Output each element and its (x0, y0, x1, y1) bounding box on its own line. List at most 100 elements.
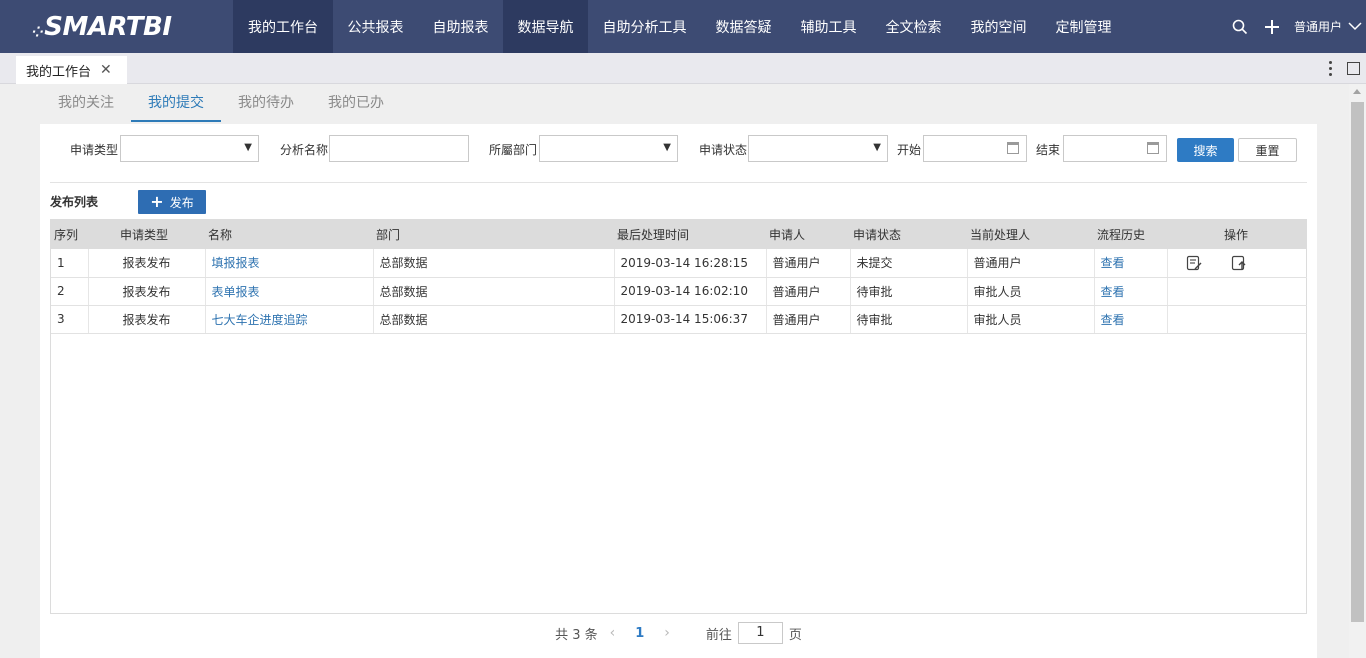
row-dept: 总部数据 (373, 249, 615, 278)
search-button[interactable]: 搜索 (1177, 138, 1234, 162)
current-page[interactable]: 1 (635, 626, 644, 641)
table-row: 3 报表发布 七大车企进度追踪 总部数据 2019-03-14 15:06:37… (51, 305, 1307, 334)
pagination: 共 3 条 ‹ 1 › 前往 1 页 (40, 622, 1317, 644)
start-date-input[interactable] (923, 135, 1027, 162)
view-history-link[interactable]: 查看 (1101, 285, 1125, 299)
close-icon[interactable]: ✕ (100, 62, 112, 78)
view-history-link[interactable]: 查看 (1101, 256, 1125, 270)
view-history-link[interactable]: 查看 (1101, 313, 1125, 327)
publish-label: 发布 (169, 195, 194, 210)
subtab-my-follows[interactable]: 我的关注 (41, 84, 131, 122)
row-history: 查看 (1094, 249, 1168, 278)
row-applicant: 普通用户 (766, 249, 851, 278)
row-index: 3 (51, 305, 89, 334)
column-header: 序列 (51, 219, 88, 249)
row-index: 1 (51, 249, 89, 278)
row-status: 未提交 (850, 249, 968, 278)
nav-item-full-text-search[interactable]: 全文检索 (871, 0, 956, 53)
row-applicant: 普通用户 (766, 305, 851, 334)
top-right-tools: 普通用户 (1230, 0, 1366, 53)
row-type: 报表发布 (88, 305, 206, 334)
tab-bar: 我的工作台 ✕ (0, 53, 1366, 84)
submit-upload-icon[interactable] (1231, 255, 1247, 271)
nav-item-data-qa[interactable]: 数据答疑 (701, 0, 786, 53)
chevron-down-icon[interactable] (1348, 20, 1362, 34)
row-status: 待审批 (850, 305, 968, 334)
row-time: 2019-03-14 16:28:15 (614, 249, 767, 278)
divider (50, 182, 1307, 183)
column-header: 名称 (205, 219, 373, 249)
analysis-name-label: 分析名称 (280, 143, 329, 157)
row-type: 报表发布 (88, 277, 206, 306)
nav-item-workbench[interactable]: 我的工作台 (233, 0, 333, 53)
analysis-name-input[interactable] (329, 135, 469, 162)
row-operations (1167, 305, 1307, 334)
more-options-icon[interactable] (1323, 58, 1337, 78)
subtab-my-submissions[interactable]: 我的提交 (131, 84, 221, 122)
end-date-input[interactable] (1063, 135, 1167, 162)
nav-item-auxiliary-tools[interactable]: 辅助工具 (786, 0, 871, 53)
row-name-link[interactable]: 表单报表 (212, 285, 260, 299)
vertical-scrollbar[interactable] (1349, 84, 1366, 658)
row-time: 2019-03-14 15:06:37 (614, 305, 767, 334)
column-header: 申请状态 (850, 219, 967, 249)
row-index: 2 (51, 277, 89, 306)
apply-status-select[interactable]: ▼ (748, 135, 888, 162)
calendar-icon[interactable] (1007, 142, 1019, 154)
column-header: 申请类型 (88, 219, 205, 249)
tab-workbench[interactable]: 我的工作台 ✕ (16, 56, 127, 84)
edit-icon[interactable] (1186, 255, 1202, 271)
row-handler: 审批人员 (967, 277, 1095, 306)
row-handler: 普通用户 (967, 249, 1095, 278)
calendar-icon[interactable] (1147, 142, 1159, 154)
row-status: 待审批 (850, 277, 968, 306)
add-icon[interactable] (1262, 17, 1282, 37)
reset-button[interactable]: 重置 (1238, 138, 1297, 162)
goto-label: 前往 (705, 627, 732, 643)
table-header-row: 序列 申请类型 名称 部门 最后处理时间 申请人 申请状态 当前处理人 流程历史… (51, 219, 1307, 249)
apply-type-label: 申请类型 (70, 143, 119, 157)
plus-icon: + (150, 192, 164, 211)
subtab-my-done[interactable]: 我的已办 (311, 84, 401, 122)
nav-item-my-space[interactable]: 我的空间 (956, 0, 1041, 53)
scroll-up-arrow-icon[interactable] (1353, 89, 1361, 94)
nav-item-data-navigation[interactable]: 数据导航 (503, 0, 588, 53)
list-title: 发布列表 (50, 195, 99, 209)
row-name: 表单报表 (205, 277, 374, 306)
nav-item-public-reports[interactable]: 公共报表 (333, 0, 418, 53)
logo-text: SMARTBI (44, 11, 172, 42)
nav-item-self-service-reports[interactable]: 自助报表 (418, 0, 503, 53)
row-name: 七大车企进度追踪 (205, 305, 374, 334)
next-page-icon[interactable]: › (664, 625, 670, 641)
end-date-label: 结束 (1036, 143, 1061, 157)
scrollbar-thumb[interactable] (1351, 102, 1364, 622)
row-operations (1167, 249, 1307, 278)
apply-status-label: 申请状态 (699, 143, 748, 157)
row-name-link[interactable]: 填报报表 (212, 256, 260, 270)
row-applicant: 普通用户 (766, 277, 851, 306)
smartbi-logo[interactable]: ⁘ SMARTBI (0, 0, 233, 53)
department-select[interactable]: ▼ (539, 135, 678, 162)
department-label: 所屬部门 (489, 143, 538, 157)
nav-item-self-analysis-tools[interactable]: 自助分析工具 (588, 0, 701, 53)
apply-type-select[interactable]: ▼ (120, 135, 259, 162)
table-row: 2 报表发布 表单报表 总部数据 2019-03-14 16:02:10 普通用… (51, 277, 1307, 306)
column-header: 当前处理人 (967, 219, 1094, 249)
prev-page-icon[interactable]: ‹ (610, 625, 616, 641)
user-name[interactable]: 普通用户 (1294, 18, 1342, 35)
top-navigation-bar: ⁘ SMARTBI 我的工作台 公共报表 自助报表 数据导航 自助分析工具 数据答… (0, 0, 1366, 53)
publish-button[interactable]: + 发布 (138, 190, 206, 214)
row-name-link[interactable]: 七大车企进度追踪 (212, 313, 308, 327)
subtab-my-todo[interactable]: 我的待办 (221, 84, 311, 122)
nav-item-customization[interactable]: 定制管理 (1041, 0, 1126, 53)
column-header: 申请人 (766, 219, 850, 249)
maximize-icon[interactable] (1347, 61, 1360, 75)
start-date-label: 开始 (897, 143, 922, 157)
row-name: 填报报表 (205, 249, 374, 278)
goto-page-input[interactable]: 1 (737, 622, 783, 644)
row-history: 查看 (1094, 277, 1168, 306)
main-panel: 申请类型 ▼ 分析名称 所屬部门 ▼ 申请状态 ▼ 开始 结束 搜索 重置 发布… (40, 124, 1317, 658)
sub-tabs: 我的关注 我的提交 我的待办 我的已办 (41, 84, 401, 122)
search-icon[interactable] (1230, 17, 1250, 37)
tab-label: 我的工作台 (26, 64, 92, 80)
